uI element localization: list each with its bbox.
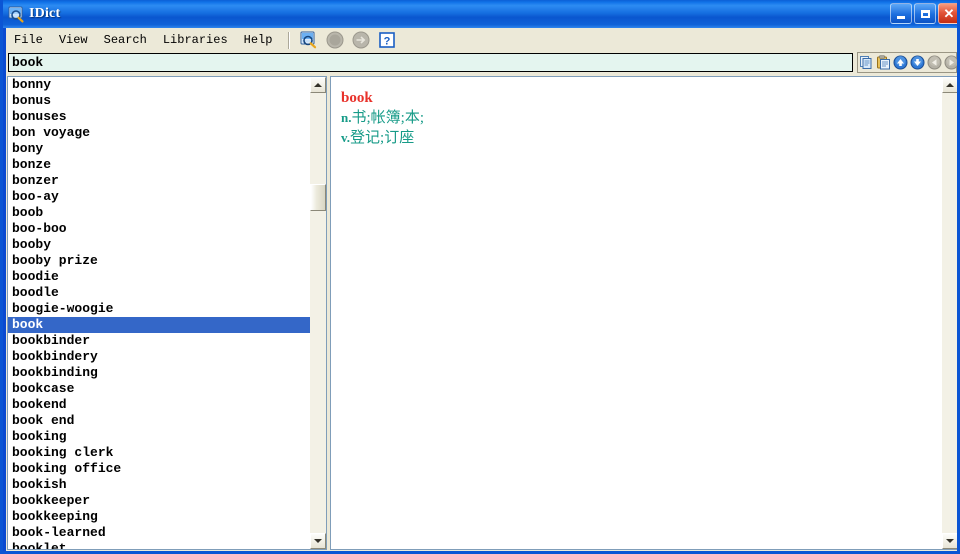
menu-item-help[interactable]: Help [236, 30, 281, 50]
nav-forward-button [944, 55, 957, 70]
wordlist-item[interactable]: book [8, 317, 311, 333]
scroll-up-button[interactable] [893, 55, 908, 70]
wordlist-item[interactable]: bony [8, 141, 311, 157]
wordlist-item[interactable]: booby prize [8, 253, 311, 269]
wordlist-item[interactable]: bookend [8, 397, 311, 413]
chevron-up-icon [314, 83, 322, 87]
search-input[interactable]: book [8, 53, 853, 72]
wordlist-pane: bonny bonus bonuses bon voyage bony bonze bonz… [7, 76, 327, 550]
wordlist-item[interactable]: booking clerk [8, 445, 311, 461]
definition-scrollbar[interactable] [942, 77, 957, 549]
copy-button[interactable] [859, 55, 874, 70]
wordlist-item[interactable]: boodie [8, 269, 311, 285]
definition-content: book n.书;帐簿;本; v.登记;订座 [331, 77, 943, 549]
close-button[interactable]: ✕ [938, 3, 957, 24]
wordlist-item[interactable]: booklet [8, 541, 311, 549]
wordlist-item[interactable]: book end [8, 413, 311, 429]
forward-circle-icon [351, 30, 371, 50]
paste-button[interactable] [876, 55, 891, 70]
definition-headword: book [341, 90, 373, 106]
wordlist-item[interactable]: boo-ay [8, 189, 311, 205]
wordlist-item[interactable]: bonze [8, 157, 311, 173]
svg-text:?: ? [384, 36, 391, 48]
chevron-down-icon [946, 539, 954, 543]
close-glyph: ✕ [943, 6, 955, 21]
menu-bar: File View Search Libraries Help ? [6, 28, 957, 53]
wordlist-item[interactable]: boob [8, 205, 311, 221]
definition-scroll-track[interactable] [942, 93, 957, 533]
wordlist-item[interactable]: bon voyage [8, 125, 311, 141]
wordlist-item[interactable]: bonus [8, 93, 311, 109]
menu-item-view[interactable]: View [51, 30, 96, 50]
search-input-value: book [12, 55, 44, 70]
wordlist-item[interactable]: bookkeeper [8, 493, 311, 509]
menu-item-libraries[interactable]: Libraries [155, 30, 236, 50]
wordlist-scrollbar[interactable] [310, 77, 326, 549]
minimize-button[interactable] [890, 3, 912, 24]
maximize-glyph [920, 9, 930, 18]
wordlist-item[interactable]: bookbinding [8, 365, 311, 381]
wordlist-item[interactable]: bookcase [8, 381, 311, 397]
wordlist-item[interactable]: bonzer [8, 173, 311, 189]
menu-item-search[interactable]: Search [96, 30, 155, 50]
wordlist-item[interactable]: booking [8, 429, 311, 445]
wordlist-item[interactable]: booby [8, 237, 311, 253]
definition-entry: n.书;帐簿;本; [341, 108, 943, 128]
maximize-button[interactable] [914, 3, 936, 24]
definition-scroll-up-arrow[interactable] [942, 77, 957, 93]
wordlist[interactable]: bonny bonus bonuses bon voyage bony bonze bonz… [8, 77, 311, 549]
wordlist-scroll-down-arrow[interactable] [310, 533, 326, 549]
wordlist-scroll-up-arrow[interactable] [310, 77, 326, 93]
search-document-icon[interactable] [299, 30, 319, 50]
scroll-down-button[interactable] [910, 55, 925, 70]
wordlist-item[interactable]: boo-boo [8, 221, 311, 237]
definition-text: 书;帐簿;本; [351, 110, 424, 126]
chevron-down-icon [314, 539, 322, 543]
wordlist-scroll-thumb[interactable] [310, 184, 326, 211]
definition-entry: v.登记;订座 [341, 128, 943, 148]
minimize-glyph [897, 15, 905, 19]
nav-back-button [927, 55, 942, 70]
wordlist-item[interactable]: book-learned [8, 525, 311, 541]
wordlist-item[interactable]: bookish [8, 477, 311, 493]
search-row: book [6, 52, 957, 74]
menu-item-file[interactable]: File [6, 30, 51, 50]
dictionary-magnifier-icon [7, 5, 25, 23]
definition-text: 登记;订座 [350, 130, 415, 146]
wordlist-item[interactable]: bookkeeping [8, 509, 311, 525]
wordlist-item[interactable]: bonuses [8, 109, 311, 125]
wordlist-item[interactable]: booking office [8, 461, 311, 477]
help-question-icon[interactable]: ? [377, 30, 397, 50]
window-controls: ✕ [890, 3, 957, 24]
wordlist-item[interactable]: boodle [8, 285, 311, 301]
window-title: IDict [29, 6, 61, 21]
wordlist-scroll-track[interactable] [310, 93, 326, 533]
toolbar-separator [288, 31, 291, 49]
search-toolbar [857, 52, 957, 73]
wordlist-item[interactable]: bookbindery [8, 349, 311, 365]
back-circle-icon [325, 30, 345, 50]
wordlist-item[interactable]: bonny [8, 77, 311, 93]
chevron-up-icon [946, 83, 954, 87]
definition-pos: v. [341, 130, 351, 145]
wordlist-item[interactable]: boogie-woogie [8, 301, 311, 317]
client-area: File View Search Libraries Help ? book b… [6, 28, 957, 551]
application-window: IDict ✕ File View Search Libraries Help [0, 0, 960, 554]
definition-pane: book n.书;帐簿;本; v.登记;订座 [330, 76, 957, 550]
wordlist-item[interactable]: bookbinder [8, 333, 311, 349]
definition-scroll-down-arrow[interactable] [942, 533, 957, 549]
definition-pos: n. [341, 110, 352, 125]
title-bar[interactable]: IDict ✕ [3, 0, 957, 28]
